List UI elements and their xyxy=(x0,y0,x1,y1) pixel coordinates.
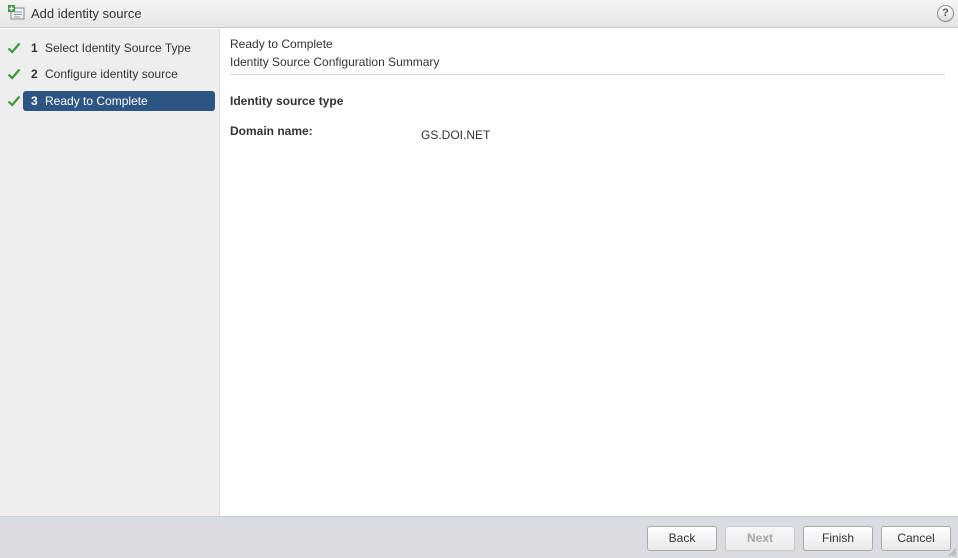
identity-source-type-label: Identity source type xyxy=(230,94,344,108)
step-label: Select Identity Source Type xyxy=(45,41,191,55)
wizard-step-2[interactable]: 2 Configure identity source xyxy=(0,64,220,84)
divider xyxy=(230,74,945,75)
back-button[interactable]: Back xyxy=(647,526,717,551)
checkmark-icon xyxy=(7,68,21,80)
dialog-footer: Back Next Finish Cancel xyxy=(0,516,958,558)
step-number: 2 xyxy=(31,67,38,81)
resize-grip-icon[interactable] xyxy=(947,547,957,557)
wizard-step-box: 3 Ready to Complete xyxy=(23,91,215,111)
next-button[interactable]: Next xyxy=(725,526,795,551)
step-number: 1 xyxy=(31,41,38,55)
checkmark-icon xyxy=(7,95,21,107)
help-icon[interactable]: ? xyxy=(937,5,954,22)
add-identity-source-icon xyxy=(8,5,25,20)
domain-name-label: Domain name: xyxy=(230,124,313,138)
wizard-step-box: 1 Select Identity Source Type xyxy=(23,38,215,58)
wizard-steps-sidebar: 1 Select Identity Source Type 2 Configur… xyxy=(0,29,220,516)
wizard-step-box: 2 Configure identity source xyxy=(23,64,215,84)
page-subtitle: Identity Source Configuration Summary xyxy=(230,55,440,69)
step-label: Configure identity source xyxy=(45,67,178,81)
wizard-step-1[interactable]: 1 Select Identity Source Type xyxy=(0,38,220,58)
wizard-step-3[interactable]: 3 Ready to Complete xyxy=(0,91,220,111)
page-title: Ready to Complete xyxy=(230,37,333,51)
cancel-button[interactable]: Cancel xyxy=(881,526,951,551)
wizard-content: Ready to Complete Identity Source Config… xyxy=(221,29,958,516)
finish-button[interactable]: Finish xyxy=(803,526,873,551)
checkmark-icon xyxy=(7,42,21,54)
step-number: 3 xyxy=(31,94,38,108)
dialog-title: Add identity source xyxy=(31,6,142,21)
domain-name-value: GS.DOI.NET xyxy=(421,128,491,142)
dialog-titlebar: Add identity source ? xyxy=(0,0,958,28)
step-label: Ready to Complete xyxy=(45,94,148,108)
